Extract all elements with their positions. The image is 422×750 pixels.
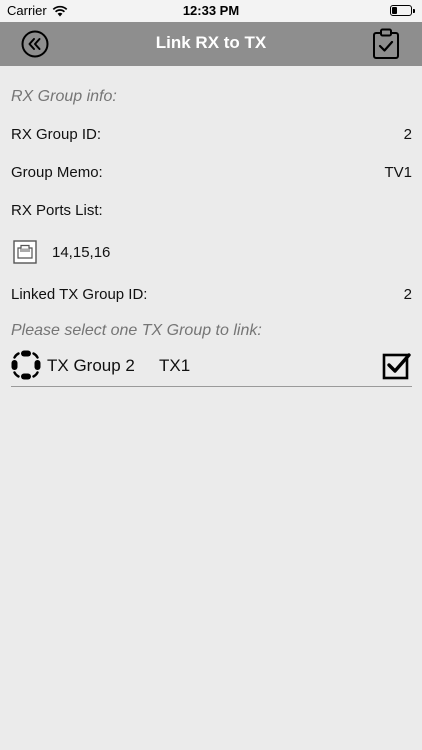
rx-group-section-title: RX Group info: (11, 88, 117, 105)
tx-group-memo: TX1 (159, 356, 191, 375)
status-bar: Carrier 12:33 PM (0, 0, 422, 22)
group-memo-label: Group Memo: (11, 164, 103, 181)
checkbox-checked-icon (382, 353, 411, 380)
group-memo-value: TV1 (384, 164, 412, 181)
rx-group-id-row: RX Group ID: 2 (11, 126, 412, 143)
linked-tx-label: Linked TX Group ID: (11, 286, 148, 303)
tx-group-list-item[interactable]: TX Group 2 TX1 (11, 348, 412, 387)
status-time: 12:33 PM (182, 3, 240, 18)
tx-select-section-title: Please select one TX Group to link: (11, 322, 262, 339)
battery-level (392, 7, 397, 14)
page-title: Link RX to TX (155, 33, 267, 52)
linked-tx-row: Linked TX Group ID: 2 (11, 286, 412, 303)
rx-group-id-value: 2 (403, 126, 412, 143)
battery-icon (390, 5, 415, 16)
tx-group-icon (11, 350, 41, 380)
tx-group-name: TX Group 2 (47, 356, 135, 375)
rx-ports-label: RX Ports List: (11, 202, 103, 219)
rx-ports-value: 14,15,16 (52, 244, 111, 261)
rx-group-id-label: RX Group ID: (11, 126, 102, 143)
rx-ports-row: RX Ports List: (11, 202, 412, 219)
ethernet-port-icon (13, 240, 37, 264)
clipboard-check-icon (373, 28, 399, 59)
confirm-link-button[interactable] (372, 28, 400, 60)
tx-group-checkbox[interactable] (382, 350, 412, 380)
group-memo-row: Group Memo: TV1 (11, 164, 412, 181)
linked-tx-value: 2 (403, 286, 412, 303)
nav-bar: Link RX to TX (0, 22, 422, 66)
